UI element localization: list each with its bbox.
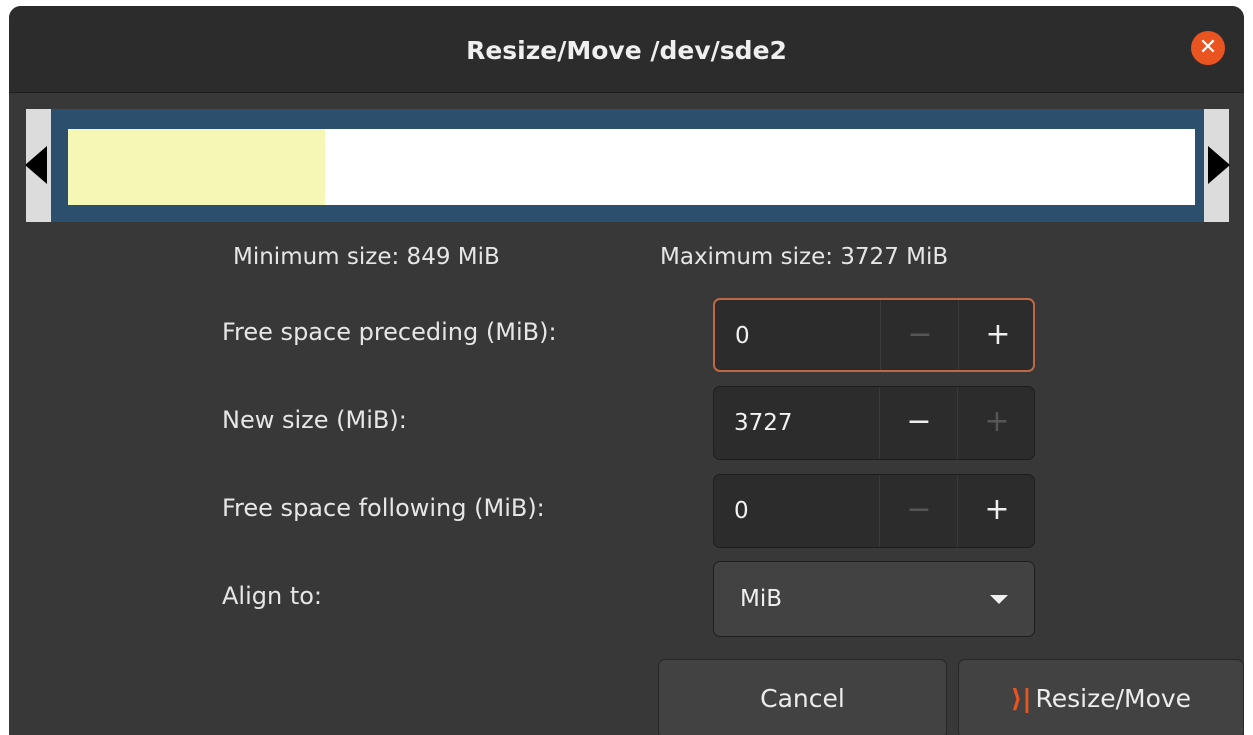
maximum-size-label: Maximum size: 3727 MiB [660,244,949,270]
new-size-input[interactable]: 3727 [734,387,793,459]
new-size-spinner[interactable]: 3727 − + [713,386,1035,460]
new-size-label: New size (MiB): [222,406,407,434]
resize-move-button[interactable]: ⟩| Resize/Move [958,659,1244,735]
right-resize-handle[interactable] [1204,109,1230,222]
free-space-following-label: Free space following (MiB): [222,494,545,522]
new-size-increment[interactable]: + [957,387,1036,459]
partition-resizer[interactable] [25,109,1230,222]
partition-frame[interactable] [51,109,1204,222]
left-resize-handle[interactable] [25,109,51,222]
free-space-preceding-input[interactable]: 0 [735,300,750,370]
align-to-label: Align to: [222,582,323,610]
left-arrow-icon [25,146,47,184]
close-button[interactable]: ✕ [1191,31,1225,65]
title-bar[interactable]: Resize/Move /dev/sde2 ✕ [9,6,1244,93]
chevron-down-icon [990,595,1008,604]
free-space-preceding-decrement[interactable]: − [880,300,959,370]
minimum-size-label: Minimum size: 849 MiB [233,244,500,270]
resize-move-dialog: Resize/Move /dev/sde2 ✕ Minimum size: 84… [9,6,1244,735]
align-to-value: MiB [740,586,783,612]
partition-bar [68,129,1195,205]
new-size-decrement[interactable]: − [879,387,958,459]
free-space-preceding-increment[interactable]: + [958,300,1037,370]
dialog-title: Resize/Move /dev/sde2 [466,36,787,65]
free-space-following-spinner[interactable]: 0 − + [713,474,1035,548]
close-icon: ✕ [1198,35,1218,60]
resize-move-label: Resize/Move [1035,684,1192,713]
free-space-following-input[interactable]: 0 [734,475,749,547]
free-space-following-increment[interactable]: + [957,475,1036,547]
align-to-dropdown[interactable]: MiB [713,561,1035,637]
apply-icon: ⟩| [1010,684,1032,713]
right-arrow-icon [1208,146,1230,184]
used-space-fill [68,129,325,205]
free-space-following-decrement[interactable]: − [879,475,958,547]
free-space-preceding-spinner[interactable]: 0 − + [713,298,1035,372]
free-space-preceding-label: Free space preceding (MiB): [222,318,557,346]
cancel-button[interactable]: Cancel [658,659,947,735]
